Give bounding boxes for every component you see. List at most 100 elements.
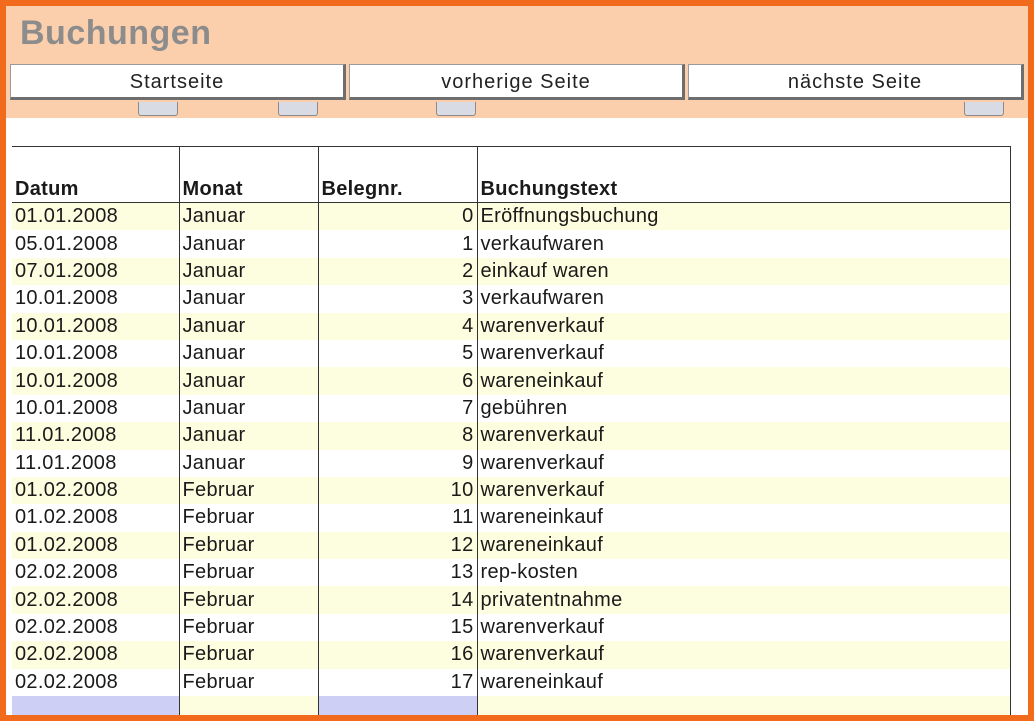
cell-buchungstext[interactable]: wareneinkauf [476, 531, 1011, 560]
cell-monat[interactable]: Februar [178, 613, 318, 642]
startseite-button[interactable]: Startseite [10, 64, 346, 100]
cell-belegnr[interactable]: 10 [317, 476, 477, 505]
cell-buchungstext[interactable]: warenverkauf [476, 339, 1011, 368]
cell-buchungstext[interactable]: Eröffnungsbuchung [476, 202, 1011, 231]
cell-datum[interactable]: 10.01.2008 [12, 394, 179, 423]
cell-belegnr[interactable]: 6 [317, 367, 477, 395]
cell-belegnr[interactable]: 8 [317, 422, 477, 450]
cell-buchungstext[interactable]: warenverkauf [476, 613, 1011, 642]
cell-belegnr[interactable]: 16 [317, 641, 477, 669]
cell-buchungstext[interactable]: warenverkauf [476, 422, 1011, 450]
cell-belegnr[interactable]: 17 [317, 668, 477, 697]
cell-monat[interactable]: Januar [178, 230, 318, 258]
cell-buchungstext[interactable]: wareneinkauf [476, 367, 1011, 395]
cell-buchungstext[interactable]: warenverkauf [476, 641, 1011, 669]
table-row: 11.01.2008 Januar 8 warenverkauf [12, 422, 1011, 450]
cell-datum[interactable]: 02.02.2008 [12, 641, 179, 669]
empty-cell[interactable] [178, 696, 318, 715]
cell-monat[interactable]: Januar [178, 202, 318, 231]
cell-buchungstext[interactable]: warenverkauf [476, 312, 1011, 340]
table-row: 02.02.2008 Februar 15 warenverkauf [12, 613, 1011, 642]
cell-buchungstext[interactable]: privatentnahme [476, 586, 1011, 614]
cell-belegnr[interactable]: 9 [317, 449, 477, 477]
column-header-monat: Monat [178, 146, 318, 203]
cell-datum[interactable]: 02.02.2008 [12, 586, 179, 614]
table-row: 01.02.2008 Februar 12 wareneinkauf [12, 531, 1011, 560]
cell-belegnr[interactable]: 3 [317, 285, 477, 313]
spacer-strip [6, 118, 1028, 148]
cell-belegnr[interactable]: 14 [317, 586, 477, 614]
cell-monat[interactable]: Februar [178, 559, 318, 587]
cell-datum[interactable]: 02.02.2008 [12, 613, 179, 642]
cell-monat[interactable]: Januar [178, 394, 318, 423]
cell-datum[interactable]: 02.02.2008 [12, 668, 179, 697]
previous-page-button[interactable]: vorherige Seite [349, 64, 685, 100]
cell-monat[interactable]: Januar [178, 422, 318, 450]
table-row: 02.02.2008 Februar 14 privatentnahme [12, 586, 1011, 614]
cell-buchungstext[interactable]: gebühren [476, 394, 1011, 423]
table-row: 01.02.2008 Februar 10 warenverkauf [12, 476, 1011, 505]
cell-monat[interactable]: Februar [178, 531, 318, 560]
cell-buchungstext[interactable]: verkaufwaren [476, 285, 1011, 313]
cell-buchungstext[interactable]: warenverkauf [476, 449, 1011, 477]
cell-monat[interactable]: Januar [178, 449, 318, 477]
cell-monat[interactable]: Februar [178, 641, 318, 669]
new-entry-row[interactable] [12, 696, 1011, 715]
table-row: 10.01.2008 Januar 5 warenverkauf [12, 339, 1011, 368]
cell-belegnr[interactable]: 0 [317, 202, 477, 231]
cell-monat[interactable]: Januar [178, 257, 318, 286]
cell-datum[interactable]: 10.01.2008 [12, 312, 179, 340]
button-tab-decoration [278, 102, 318, 116]
cell-monat[interactable]: Februar [178, 504, 318, 532]
cell-buchungstext[interactable]: verkaufwaren [476, 230, 1011, 258]
cell-datum[interactable]: 01.02.2008 [12, 504, 179, 532]
button-tab-decoration [138, 102, 178, 116]
cell-buchungstext[interactable]: rep-kosten [476, 559, 1011, 587]
empty-cell[interactable] [317, 696, 477, 715]
cell-datum[interactable]: 01.02.2008 [12, 531, 179, 560]
cell-buchungstext[interactable]: wareneinkauf [476, 668, 1011, 697]
cell-monat[interactable]: Februar [178, 668, 318, 697]
cell-belegnr[interactable]: 7 [317, 394, 477, 423]
cell-datum[interactable]: 01.02.2008 [12, 476, 179, 505]
column-header-buchungstext: Buchungstext [476, 146, 1011, 203]
cell-belegnr[interactable]: 4 [317, 312, 477, 340]
cell-belegnr[interactable]: 13 [317, 559, 477, 587]
cell-monat[interactable]: Februar [178, 476, 318, 505]
cell-buchungstext[interactable]: wareneinkauf [476, 504, 1011, 532]
cell-datum[interactable]: 02.02.2008 [12, 559, 179, 587]
header-bar: Buchungen [6, 6, 1028, 63]
table-row: 02.02.2008 Februar 16 warenverkauf [12, 641, 1011, 669]
cell-datum[interactable]: 11.01.2008 [12, 422, 179, 450]
cell-datum[interactable]: 10.01.2008 [12, 285, 179, 313]
table-row: 02.02.2008 Februar 13 rep-kosten [12, 559, 1011, 587]
cell-datum[interactable]: 10.01.2008 [12, 339, 179, 368]
cell-datum[interactable]: 10.01.2008 [12, 367, 179, 395]
table-row: 10.01.2008 Januar 6 wareneinkauf [12, 367, 1011, 395]
button-tab-decoration [964, 102, 1004, 116]
cell-datum[interactable]: 07.01.2008 [12, 257, 179, 286]
table-row: 01.01.2008 Januar 0 Eröffnungsbuchung [12, 202, 1011, 231]
cell-datum[interactable]: 01.01.2008 [12, 202, 179, 231]
empty-cell[interactable] [476, 696, 1011, 715]
cell-monat[interactable]: Januar [178, 285, 318, 313]
cell-monat[interactable]: Januar [178, 367, 318, 395]
cell-buchungstext[interactable]: warenverkauf [476, 476, 1011, 505]
cell-monat[interactable]: Februar [178, 586, 318, 614]
table-header-row: Datum Monat Belegnr. Buchungstext [12, 146, 1011, 203]
cell-datum[interactable]: 05.01.2008 [12, 230, 179, 258]
cell-monat[interactable]: Januar [178, 312, 318, 340]
bookings-table: Datum Monat Belegnr. Buchungstext 01.01.… [12, 146, 1011, 715]
cell-belegnr[interactable]: 5 [317, 339, 477, 368]
cell-monat[interactable]: Januar [178, 339, 318, 368]
table-row: 10.01.2008 Januar 4 warenverkauf [12, 312, 1011, 340]
next-page-button[interactable]: nächste Seite [688, 64, 1024, 100]
cell-belegnr[interactable]: 2 [317, 257, 477, 286]
cell-buchungstext[interactable]: einkauf waren [476, 257, 1011, 286]
cell-datum[interactable]: 11.01.2008 [12, 449, 179, 477]
empty-cell[interactable] [12, 696, 179, 715]
cell-belegnr[interactable]: 12 [317, 531, 477, 560]
cell-belegnr[interactable]: 1 [317, 230, 477, 258]
cell-belegnr[interactable]: 11 [317, 504, 477, 532]
cell-belegnr[interactable]: 15 [317, 613, 477, 642]
